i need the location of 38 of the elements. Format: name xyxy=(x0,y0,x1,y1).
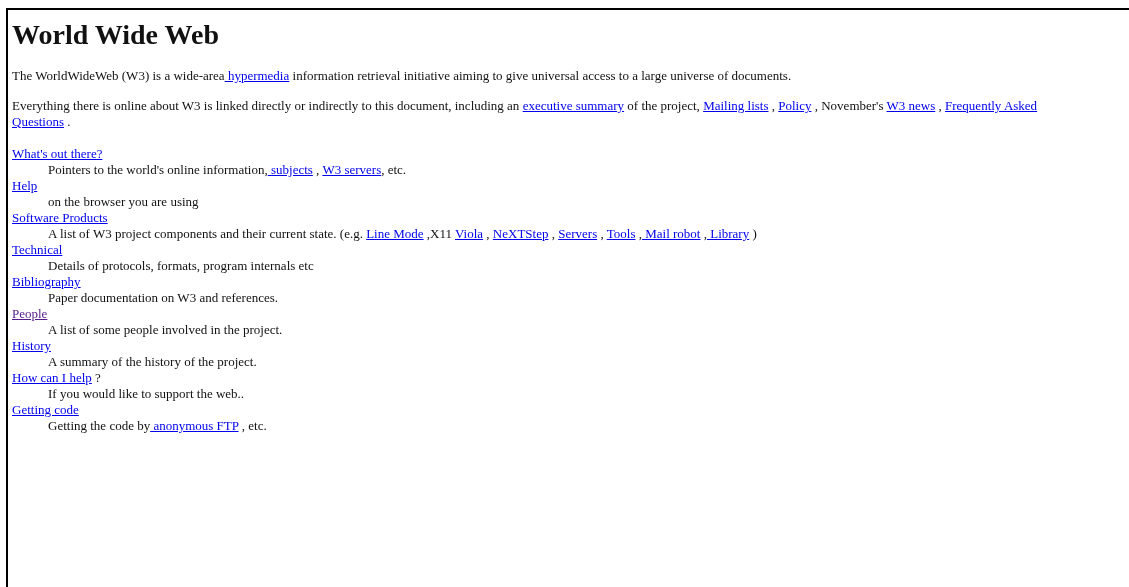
topic-description: If you would like to support the web.. xyxy=(47,386,246,402)
link[interactable]: anonymous FTP xyxy=(150,418,239,433)
page-heading: World Wide Web xyxy=(12,19,220,51)
topic-term: How can I help ? xyxy=(12,370,102,386)
link[interactable]: executive summary xyxy=(522,98,625,113)
link[interactable]: How can I help xyxy=(12,370,92,385)
link[interactable]: History xyxy=(12,338,51,353)
link[interactable]: Mailing lists xyxy=(703,98,769,113)
link[interactable]: Line Mode xyxy=(366,226,424,241)
link[interactable]: Getting code xyxy=(12,402,79,417)
link[interactable]: Bibliography xyxy=(12,274,81,289)
topic-description: A list of some people involved in the project. xyxy=(47,322,284,338)
link[interactable]: Questions xyxy=(12,114,64,129)
topic-description: on the browser you are using xyxy=(47,194,200,210)
link[interactable]: Viola xyxy=(455,226,484,241)
link[interactable]: Policy xyxy=(778,98,812,113)
topic-description: Getting the code by anonymous FTP , etc. xyxy=(47,418,268,434)
topic-description: Pointers to the world's online information, subjects , W3 servers, etc. xyxy=(47,162,408,178)
link[interactable]: NeXTStep xyxy=(492,226,549,241)
link[interactable]: Library xyxy=(706,226,750,241)
link[interactable]: Technical xyxy=(12,242,63,257)
link[interactable]: Servers xyxy=(558,226,598,241)
topic-description: A list of W3 project components and their current state. (e.g. Line Mode ,X11 Viola , NeXTStep , Servers , Tools , Mail robot , Library ) xyxy=(47,226,758,242)
link[interactable]: subjects xyxy=(267,162,313,177)
topic-description: A summary of the history of the project. xyxy=(47,354,258,370)
paragraph: Everything there is online about W3 is linked directly or indirectly to this document, including an executive summary of the project, Mailing lists , Policy , November's W3 news , Frequently Asked Questions . xyxy=(12,98,1039,130)
topic-description: Paper documentation on W3 and references. xyxy=(47,290,280,306)
link[interactable]: Software Products xyxy=(12,210,108,225)
link[interactable]: W3 news xyxy=(886,98,936,113)
link[interactable]: What's out there? xyxy=(12,146,103,161)
link[interactable]: Tools xyxy=(606,226,636,241)
link[interactable]: Frequently Asked xyxy=(945,98,1038,113)
paragraph: The WorldWideWeb (W3) is a wide-area hypermedia information retrieval initiative aiming to give universal access to a large universe of documents. xyxy=(12,68,793,84)
link[interactable]: People xyxy=(12,306,48,321)
link[interactable]: Help xyxy=(12,178,38,193)
link[interactable]: hypermedia xyxy=(224,68,290,83)
link[interactable]: Mail robot xyxy=(641,226,701,241)
topic-description: Details of protocols, formats, program internals etc xyxy=(47,258,315,274)
